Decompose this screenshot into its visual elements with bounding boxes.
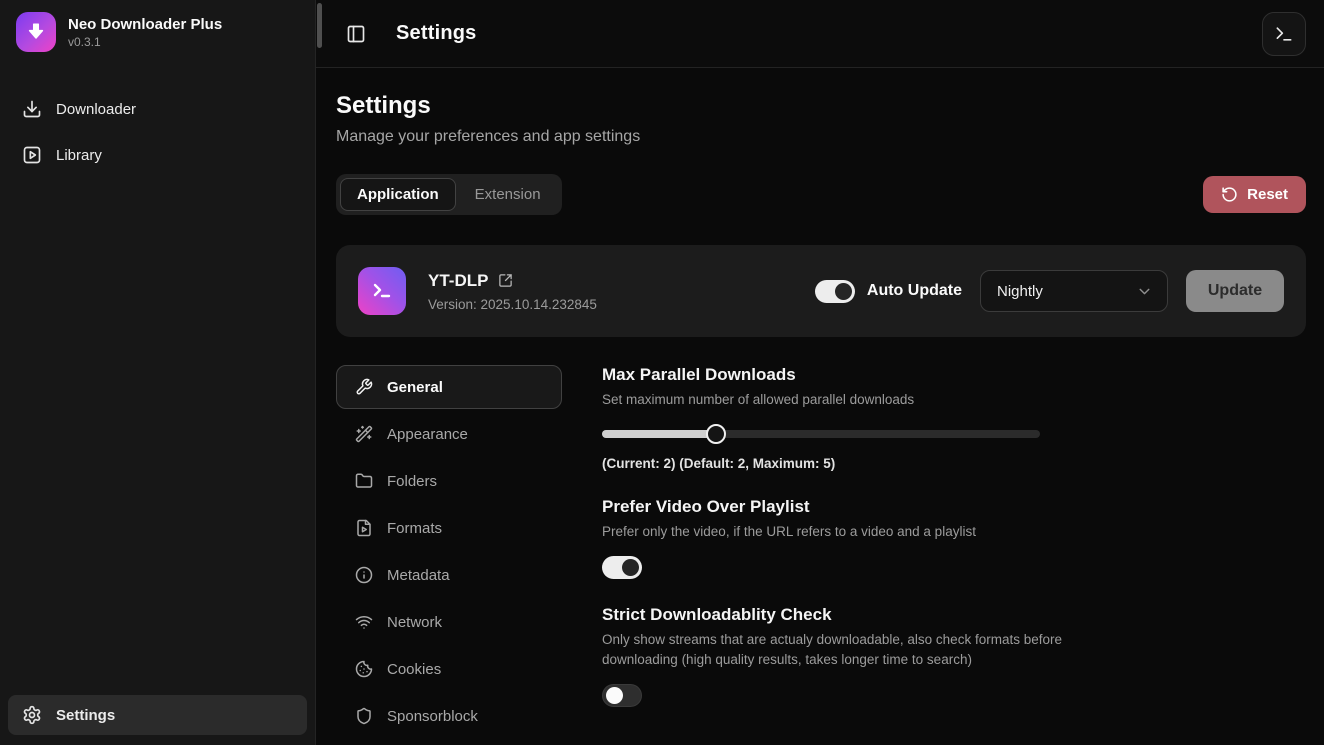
sidebar-spacer [0, 178, 315, 685]
settings-nav-label: Formats [387, 520, 442, 537]
setting-description: Only show streams that are actualy downl… [602, 630, 1122, 669]
app-window: Neo Downloader Plus v0.3.1 Downloader [0, 0, 1324, 745]
sidebar-item-downloader[interactable]: Downloader [8, 89, 307, 129]
page-subtitle: Manage your preferences and app settings [336, 128, 1306, 146]
settings-page: Settings Manage your preferences and app… [316, 68, 1324, 738]
update-channel-value: Nightly [997, 283, 1043, 300]
folder-icon [355, 472, 373, 490]
gear-icon [22, 705, 42, 725]
settings-nav-label: General [387, 379, 443, 396]
settings-nav-network[interactable]: Network [336, 600, 562, 644]
header-title: Settings [396, 22, 477, 45]
header-actions [1262, 12, 1306, 56]
panel-left-icon[interactable] [346, 24, 366, 44]
toggle-knob [622, 559, 639, 576]
library-icon [22, 145, 42, 165]
info-icon [355, 566, 373, 584]
header: Settings [316, 0, 1324, 68]
cookie-icon [355, 660, 373, 678]
wifi-icon [355, 613, 373, 631]
app-brand-text: Neo Downloader Plus v0.3.1 [68, 16, 222, 49]
terminal-gradient-icon [358, 267, 406, 315]
terminal-button[interactable] [1262, 12, 1306, 56]
settings-nav-metadata[interactable]: Metadata [336, 553, 562, 597]
settings-nav-label: Cookies [387, 661, 441, 678]
wand-sparkles-icon [355, 425, 373, 443]
settings-nav: General Appearance [336, 365, 562, 738]
ytdlp-info: YT-DLP Version: 2025.10.14.232845 [428, 271, 597, 312]
wrench-icon [355, 378, 373, 396]
settings-nav-label: Sponsorblock [387, 708, 478, 725]
setting-description: Set maximum number of allowed parallel d… [602, 390, 1122, 410]
prefer-video-toggle[interactable] [602, 556, 642, 579]
tab-extension[interactable]: Extension [458, 178, 558, 211]
sidebar-item-library[interactable]: Library [8, 135, 307, 175]
tab-application[interactable]: Application [340, 178, 456, 211]
sidebar-bottom: Settings [0, 685, 315, 745]
file-video-icon [355, 519, 373, 537]
max-parallel-slider-fill [602, 430, 716, 438]
ytdlp-card: YT-DLP Version: 2025.10.14.232845 Auto U… [336, 245, 1306, 337]
settings-nav-label: Folders [387, 473, 437, 490]
settings-nav-label: Metadata [387, 567, 450, 584]
max-parallel-slider[interactable] [602, 424, 1040, 444]
settings-nav-label: Network [387, 614, 442, 631]
setting-description: Prefer only the video, if the URL refers… [602, 522, 1122, 542]
ytdlp-version: Version: 2025.10.14.232845 [428, 297, 597, 312]
update-button[interactable]: Update [1186, 270, 1284, 312]
auto-update-label: Auto Update [867, 282, 962, 300]
app-version: v0.3.1 [68, 35, 222, 49]
settings-nav-folders[interactable]: Folders [336, 459, 562, 503]
scrollbar-thumb[interactable] [317, 3, 322, 48]
main-area: Settings Settings Manage your preference… [316, 0, 1324, 745]
app-logo-icon [16, 12, 56, 52]
tab-group: Application Extension [336, 174, 562, 215]
update-channel-select[interactable]: Nightly [980, 270, 1168, 312]
download-icon [22, 99, 42, 119]
reset-button-label: Reset [1247, 186, 1288, 203]
sidebar-item-label: Library [56, 147, 102, 164]
setting-title: Strict Downloadablity Check [602, 605, 1122, 625]
app-brand: Neo Downloader Plus v0.3.1 [0, 0, 315, 62]
sidebar-item-label: Settings [56, 707, 115, 724]
external-link-icon[interactable] [498, 273, 513, 288]
setting-max-parallel-downloads: Max Parallel Downloads Set maximum numbe… [602, 365, 1122, 471]
ytdlp-actions: Auto Update Nightly Update [815, 270, 1284, 312]
sidebar-item-label: Downloader [56, 101, 136, 118]
reset-button[interactable]: Reset [1203, 176, 1306, 213]
settings-nav-label: Appearance [387, 426, 468, 443]
settings-nav-sponsorblock[interactable]: Sponsorblock [336, 694, 562, 738]
auto-update-toggle[interactable] [815, 280, 855, 303]
toggle-knob [606, 687, 623, 704]
settings-nav-appearance[interactable]: Appearance [336, 412, 562, 456]
setting-title: Prefer Video Over Playlist [602, 497, 1122, 517]
settings-nav-cookies[interactable]: Cookies [336, 647, 562, 691]
toggle-knob [835, 283, 852, 300]
shield-icon [355, 707, 373, 725]
tabs-row: Application Extension Reset [336, 174, 1306, 215]
terminal-icon [1274, 24, 1294, 44]
ytdlp-title: YT-DLP [428, 271, 488, 291]
settings-body: General Appearance [336, 365, 1306, 738]
chevron-down-icon [1136, 283, 1153, 300]
sidebar-item-settings[interactable]: Settings [8, 695, 307, 735]
settings-nav-general[interactable]: General [336, 365, 562, 409]
setting-strict-downloadability-check: Strict Downloadablity Check Only show st… [602, 605, 1122, 707]
rotate-ccw-icon [1221, 186, 1238, 203]
app-name: Neo Downloader Plus [68, 16, 222, 33]
settings-panels: Max Parallel Downloads Set maximum numbe… [602, 365, 1122, 738]
max-parallel-slider-thumb[interactable] [706, 424, 726, 444]
sidebar-nav: Downloader Library [0, 86, 315, 178]
setting-prefer-video-over-playlist: Prefer Video Over Playlist Prefer only t… [602, 497, 1122, 580]
page-title: Settings [336, 92, 1306, 120]
strict-check-toggle[interactable] [602, 684, 642, 707]
setting-title: Max Parallel Downloads [602, 365, 1122, 385]
slider-meta: (Current: 2) (Default: 2, Maximum: 5) [602, 456, 1122, 471]
settings-nav-formats[interactable]: Formats [336, 506, 562, 550]
auto-update-group: Auto Update [815, 280, 962, 303]
sidebar: Neo Downloader Plus v0.3.1 Downloader [0, 0, 316, 745]
